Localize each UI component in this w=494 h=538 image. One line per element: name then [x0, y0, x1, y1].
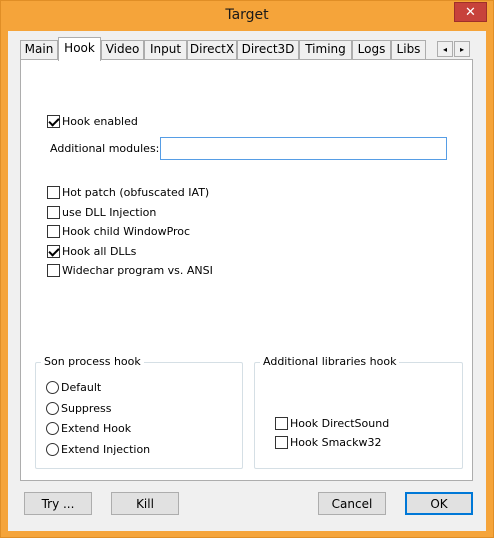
radio-extend-injection-label: Extend Injection: [61, 442, 151, 456]
dialog-body: Main Hook Video Input DirectX Direct3D T…: [8, 31, 486, 531]
radio-suppress-label: Suppress: [61, 401, 112, 415]
radio-extend-hook-label: Extend Hook: [61, 421, 132, 435]
tab-logs[interactable]: Logs: [352, 40, 391, 60]
widechar-checkbox[interactable]: Widechar program vs. ANSI: [47, 263, 213, 277]
radio-icon[interactable]: [46, 442, 59, 456]
widechar-label: Widechar program vs. ANSI: [62, 263, 213, 277]
hook-child-windowproc-label: Hook child WindowProc: [62, 224, 191, 238]
son-process-hook-title: Son process hook: [41, 355, 144, 368]
hook-tab-panel: Hook enabled Additional modules: Hot pat…: [20, 59, 473, 481]
checkbox-icon[interactable]: [47, 224, 60, 238]
close-icon: ✕: [465, 4, 476, 20]
additional-modules-input[interactable]: [160, 137, 447, 160]
checkbox-checked-icon[interactable]: [47, 114, 60, 128]
hot-patch-label: Hot patch (obfuscated IAT): [62, 185, 210, 199]
dll-injection-label: use DLL Injection: [62, 205, 157, 219]
additional-libraries-hook-title: Additional libraries hook: [260, 355, 400, 368]
hook-smackw32-label: Hook Smackw32: [290, 435, 382, 449]
ok-button[interactable]: OK: [405, 492, 473, 515]
checkbox-icon[interactable]: [275, 435, 288, 449]
tab-scroll-left-button[interactable]: ◂: [437, 41, 453, 57]
target-dialog: Target ✕ Main Hook Video Input DirectX D…: [0, 0, 494, 538]
tab-hook[interactable]: Hook: [58, 37, 101, 61]
tab-timing[interactable]: Timing: [299, 40, 352, 60]
cancel-button[interactable]: Cancel: [318, 492, 386, 515]
tab-scroll-right-button[interactable]: ▸: [454, 41, 470, 57]
hook-all-dlls-label: Hook all DLLs: [62, 244, 137, 258]
radio-default[interactable]: Default: [46, 380, 101, 394]
hook-directsound-checkbox[interactable]: Hook DirectSound: [275, 416, 389, 430]
checkbox-icon[interactable]: [47, 205, 60, 219]
checkbox-icon[interactable]: [275, 416, 288, 430]
hook-directsound-label: Hook DirectSound: [290, 416, 390, 430]
tab-video[interactable]: Video: [101, 40, 144, 60]
radio-suppress[interactable]: Suppress: [46, 401, 111, 415]
hook-all-dlls-checkbox[interactable]: Hook all DLLs: [47, 244, 136, 258]
hook-enabled-checkbox[interactable]: Hook enabled: [47, 114, 138, 128]
arrow-right-icon: ▸: [459, 44, 464, 54]
hot-patch-checkbox[interactable]: Hot patch (obfuscated IAT): [47, 185, 209, 199]
hook-smackw32-checkbox[interactable]: Hook Smackw32: [275, 435, 381, 449]
son-process-hook-group: Son process hook Default Suppress Extend…: [35, 355, 243, 469]
tab-libs[interactable]: Libs: [391, 40, 426, 60]
hook-child-windowproc-checkbox[interactable]: Hook child WindowProc: [47, 224, 190, 238]
kill-button[interactable]: Kill: [111, 492, 179, 515]
title-bar[interactable]: Target ✕: [1, 1, 493, 31]
checkbox-icon[interactable]: [47, 263, 60, 277]
additional-libraries-hook-group: Additional libraries hook Hook DirectSou…: [254, 355, 463, 469]
close-button[interactable]: ✕: [454, 2, 487, 22]
tab-main[interactable]: Main: [20, 40, 58, 60]
tab-directx[interactable]: DirectX: [187, 40, 237, 60]
radio-extend-injection[interactable]: Extend Injection: [46, 442, 150, 456]
try-button[interactable]: Try ...: [24, 492, 92, 515]
checkbox-icon[interactable]: [47, 185, 60, 199]
radio-icon[interactable]: [46, 401, 59, 415]
checkbox-checked-icon[interactable]: [47, 244, 60, 258]
radio-default-label: Default: [61, 380, 102, 394]
radio-icon[interactable]: [46, 421, 59, 435]
tab-direct3d[interactable]: Direct3D: [237, 40, 299, 60]
dll-injection-checkbox[interactable]: use DLL Injection: [47, 205, 156, 219]
hook-enabled-label: Hook enabled: [62, 114, 138, 128]
radio-extend-hook[interactable]: Extend Hook: [46, 421, 131, 435]
window-title: Target: [225, 7, 269, 23]
arrow-left-icon: ◂: [442, 44, 447, 54]
additional-modules-label: Additional modules:: [50, 142, 160, 155]
tab-input[interactable]: Input: [144, 40, 187, 60]
radio-icon[interactable]: [46, 380, 59, 394]
